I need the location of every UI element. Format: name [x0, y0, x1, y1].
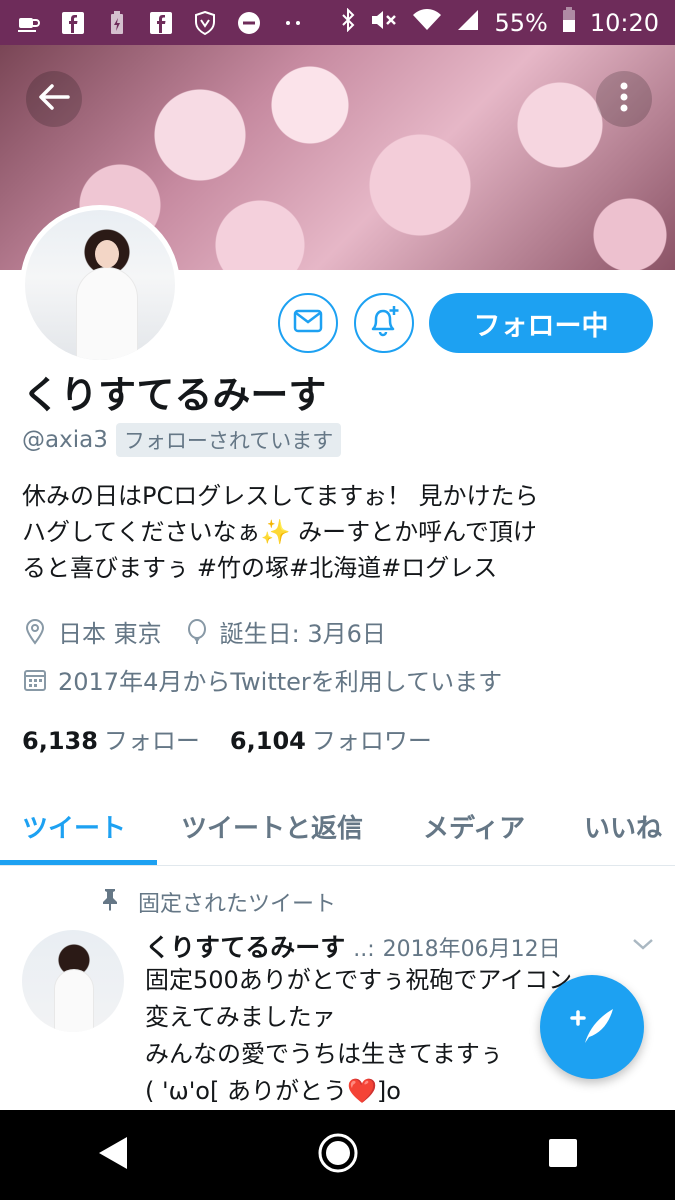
following-count: 6,138: [22, 727, 98, 755]
tweet-author-name[interactable]: くりすてるみーす: [145, 928, 345, 964]
followers-count: 6,104: [229, 727, 306, 755]
pin-icon: [100, 887, 120, 917]
location-pin-icon: [22, 618, 48, 645]
tab-media[interactable]: メディア: [423, 808, 525, 845]
following-stat[interactable]: 6,138 フォロー: [22, 721, 200, 756]
facebook-icon: [60, 10, 86, 36]
battery-icon: [562, 6, 576, 39]
message-button[interactable]: [278, 293, 338, 353]
nav-recents-button[interactable]: [533, 1125, 593, 1185]
more-options-button[interactable]: [596, 71, 652, 127]
following-button[interactable]: フォロー中: [429, 293, 653, 353]
arrow-left-icon: [38, 83, 70, 115]
tab-likes[interactable]: いいね: [584, 808, 662, 845]
balloon-icon: [184, 618, 210, 645]
profile-handle: @axia3: [22, 427, 108, 453]
mute-icon: [370, 8, 398, 38]
profile-tabs: ツイート ツイートと返信 メディア いいね: [0, 786, 675, 866]
tweet-date: 2018年06月12日: [382, 937, 561, 962]
calendar-icon: [22, 667, 48, 693]
more-dots-icon: [280, 10, 306, 36]
tweet-menu-button[interactable]: [632, 936, 654, 955]
more-vertical-icon: [619, 81, 629, 117]
compose-quill-icon: [567, 1003, 617, 1051]
handle-row: @axia3 フォローされています: [22, 423, 342, 457]
profile-bio: 休みの日はPCログレスしてますぉ！ 見かけたら ハグしてくださいなぁ✨ みーすと…: [22, 482, 539, 582]
profile-joined-date: 2017年4月からTwitterを利用しています: [58, 668, 503, 696]
follow-stats: 6,138 フォロー 6,104 フォロワー: [22, 721, 432, 756]
nav-home-button[interactable]: [308, 1125, 368, 1185]
tab-tweets[interactable]: ツイート: [22, 808, 126, 845]
followers-stat[interactable]: 6,104 フォロワー: [230, 721, 432, 756]
location-birthday-row: 日本 東京 誕生日: 3月6日: [22, 614, 386, 649]
pinned-tweet-label-row: 固定されたツイート: [100, 886, 336, 918]
profile-display-name: くりすてるみーす: [22, 373, 327, 417]
battery-percent: 55%: [494, 8, 548, 37]
system-navigation-bar: [0, 1110, 675, 1200]
back-button[interactable]: [26, 71, 82, 127]
envelope-icon: [293, 309, 323, 337]
circle-home-icon: [317, 1132, 359, 1178]
nav-back-button[interactable]: [83, 1125, 143, 1185]
bluetooth-icon: [340, 7, 356, 38]
compose-tweet-button[interactable]: [540, 975, 644, 1079]
clock: 10:20: [589, 8, 659, 37]
tweet-handle-truncated: ..:: [353, 937, 375, 962]
battery-alert-icon: [104, 10, 130, 36]
profile-location: 日本 東京: [58, 620, 162, 648]
wifi-icon: [412, 8, 442, 38]
pinned-tweet-label: 固定されたツイート: [138, 892, 337, 917]
following-label: フォロー: [103, 727, 200, 755]
bell-plus-icon: [367, 304, 401, 342]
tweet-header: くりすてるみーす ..: 2018年06月12日: [145, 928, 561, 964]
tweet-author-avatar[interactable]: [22, 930, 124, 1032]
profile-avatar[interactable]: [20, 205, 180, 365]
triangle-back-icon: [97, 1135, 129, 1175]
follows-you-badge: フォローされています: [115, 423, 342, 457]
signal-icon: [456, 8, 480, 38]
coffee-icon: [16, 10, 42, 36]
square-recents-icon: [548, 1138, 578, 1172]
shield-icon: [192, 10, 218, 36]
do-not-disturb-icon: [236, 10, 262, 36]
active-tab-indicator: [0, 860, 157, 865]
followers-label: フォロワー: [311, 727, 432, 755]
tab-tweets-and-replies[interactable]: ツイートと返信: [181, 808, 363, 845]
joined-row: 2017年4月からTwitterを利用しています: [22, 662, 502, 697]
profile-birthday: 誕生日: 3月6日: [219, 620, 386, 648]
notifications-button[interactable]: [354, 293, 414, 353]
status-bar: 55% 10:20: [0, 0, 675, 45]
facebook-icon: [148, 10, 174, 36]
